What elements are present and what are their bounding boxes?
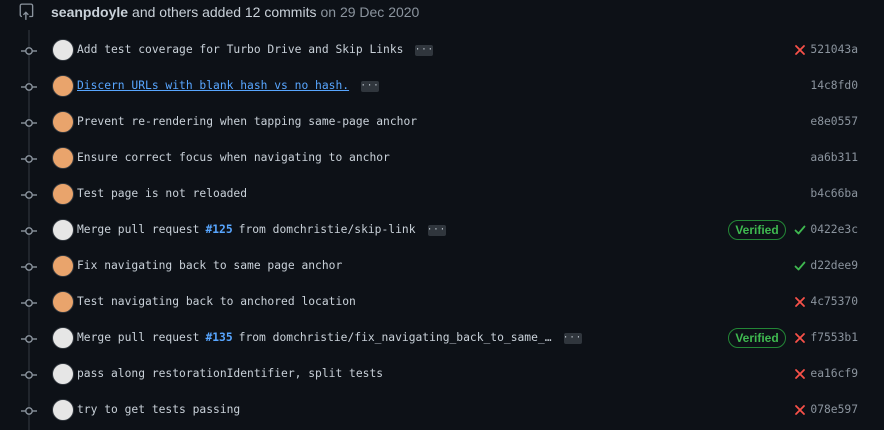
- commit-node-icon: [21, 368, 37, 380]
- author-avatar[interactable]: [52, 327, 74, 349]
- author-avatar[interactable]: [52, 183, 74, 205]
- commit-message: Test navigating back to anchored locatio…: [77, 284, 356, 320]
- repo-push-icon: [18, 3, 36, 21]
- author-avatar[interactable]: [52, 363, 74, 385]
- commit-message: Merge pull request #135 from domchristie/f…: [77, 320, 582, 356]
- commit-group-header: seanpdoyle and others added 12 commits o…: [18, 0, 878, 24]
- pull-request-link[interactable]: #125: [205, 212, 232, 248]
- commit-sha-link[interactable]: 521043a: [810, 32, 858, 68]
- status-failure-icon[interactable]: [793, 331, 807, 345]
- commit-message-link[interactable]: Discern URLs with blank hash vs no hash.: [77, 68, 349, 104]
- commit-message-text[interactable]: Test page is not reloaded: [77, 176, 247, 212]
- commit-message: Fix navigating back to same page anchor: [77, 248, 342, 284]
- commit-date: on 29 Dec 2020: [320, 4, 420, 20]
- commit-node-icon: [21, 152, 37, 164]
- commit-sha-link[interactable]: e8e0557: [810, 104, 858, 140]
- commit-message-text[interactable]: Add test coverage for Turbo Drive and Sk…: [77, 32, 403, 68]
- commit-sha-link[interactable]: d22dee9: [810, 248, 858, 284]
- expand-message-button[interactable]: ···: [427, 224, 446, 236]
- commit-row: Add test coverage for Turbo Drive and Sk…: [0, 32, 884, 68]
- commit-node-icon: [21, 404, 37, 416]
- commit-sha-link[interactable]: 078e597: [810, 392, 858, 428]
- commit-message-text[interactable]: Merge pull request: [77, 212, 199, 248]
- commit-message-text[interactable]: try to get tests passing: [77, 392, 240, 428]
- expand-message-button[interactable]: ···: [360, 80, 380, 92]
- pull-request-link[interactable]: #135: [205, 320, 232, 356]
- commit-message: Test page is not reloaded: [77, 176, 247, 212]
- author-avatar[interactable]: [52, 291, 74, 313]
- commit-node-icon: [21, 296, 37, 308]
- commit-message: try to get tests passing: [77, 392, 240, 428]
- status-failure-icon[interactable]: [793, 367, 807, 381]
- commit-node-icon: [21, 260, 37, 272]
- status-failure-icon[interactable]: [793, 43, 807, 57]
- commit-count-text: and others added 12 commits: [132, 4, 317, 20]
- commit-list: Add test coverage for Turbo Drive and Sk…: [0, 32, 884, 428]
- commit-row: pass along restorationIdentifier, split …: [0, 356, 884, 392]
- commit-row: Merge pull request #135 from domchristie/f…: [0, 320, 884, 356]
- commit-row: Test page is not reloaded b4c66ba: [0, 176, 884, 212]
- commit-sha-link[interactable]: b4c66ba: [810, 176, 858, 212]
- commit-message-text[interactable]: Test navigating back to anchored locatio…: [77, 284, 356, 320]
- status-failure-icon[interactable]: [793, 403, 807, 417]
- author-avatar[interactable]: [52, 219, 74, 241]
- commit-row: try to get tests passing 078e597: [0, 392, 884, 428]
- status-success-icon[interactable]: [793, 259, 807, 273]
- commit-message: Discern URLs with blank hash vs no hash.…: [77, 68, 380, 104]
- commit-message-text[interactable]: pass along restorationIdentifier, split …: [77, 356, 383, 392]
- verified-badge[interactable]: Verified: [728, 328, 786, 348]
- commit-message-text[interactable]: Merge pull request: [77, 320, 199, 356]
- commit-node-icon: [21, 332, 37, 344]
- commit-row: Prevent re-rendering when tapping same-p…: [0, 104, 884, 140]
- commit-message: Ensure correct focus when navigating to …: [77, 140, 390, 176]
- commit-sha-link[interactable]: 0422e3c: [810, 212, 858, 248]
- commit-message-text[interactable]: Ensure correct focus when navigating to …: [77, 140, 390, 176]
- commit-message: Add test coverage for Turbo Drive and Sk…: [77, 32, 434, 68]
- author-avatar[interactable]: [52, 111, 74, 133]
- commit-sha-link[interactable]: 14c8fd0: [810, 68, 858, 104]
- author-avatar[interactable]: [52, 39, 74, 61]
- commit-message: Merge pull request #125 from domchristie/s…: [77, 212, 446, 248]
- commit-node-icon: [21, 80, 37, 92]
- commit-row: Merge pull request #125 from domchristie/s…: [0, 212, 884, 248]
- commit-row: Discern URLs with blank hash vs no hash.…: [0, 68, 884, 104]
- expand-message-button[interactable]: ···: [563, 332, 582, 344]
- commit-sha-link[interactable]: aa6b311: [810, 140, 858, 176]
- commit-message-text[interactable]: Fix navigating back to same page anchor: [77, 248, 342, 284]
- author-avatar[interactable]: [52, 75, 74, 97]
- commit-row: Ensure correct focus when navigating to …: [0, 140, 884, 176]
- verified-badge[interactable]: Verified: [728, 220, 786, 240]
- commit-message-text[interactable]: from domchristie/fix_navigating_back_to_…: [239, 320, 552, 356]
- author-avatar[interactable]: [52, 255, 74, 277]
- commit-message: pass along restorationIdentifier, split …: [77, 356, 383, 392]
- commit-sha-link[interactable]: 4c75370: [810, 284, 858, 320]
- commit-row: Test navigating back to anchored locatio…: [0, 284, 884, 320]
- expand-message-button[interactable]: ···: [415, 44, 434, 56]
- author-avatar[interactable]: [52, 399, 74, 421]
- author-avatar[interactable]: [52, 147, 74, 169]
- author-name[interactable]: seanpdoyle: [51, 4, 128, 20]
- commit-node-icon: [21, 188, 37, 200]
- status-failure-icon[interactable]: [793, 295, 807, 309]
- commit-message: Prevent re-rendering when tapping same-p…: [77, 104, 417, 140]
- commit-sha-link[interactable]: ea16cf9: [810, 356, 858, 392]
- status-success-icon[interactable]: [793, 223, 807, 237]
- commit-node-icon: [21, 44, 37, 56]
- commit-sha-link[interactable]: f7553b1: [810, 320, 858, 356]
- commit-message-text[interactable]: Prevent re-rendering when tapping same-p…: [77, 104, 417, 140]
- commit-node-icon: [21, 224, 37, 236]
- commit-row: Fix navigating back to same page anchor d…: [0, 248, 884, 284]
- commit-message-text[interactable]: from domchristie/skip-link: [239, 212, 416, 248]
- commit-node-icon: [21, 116, 37, 128]
